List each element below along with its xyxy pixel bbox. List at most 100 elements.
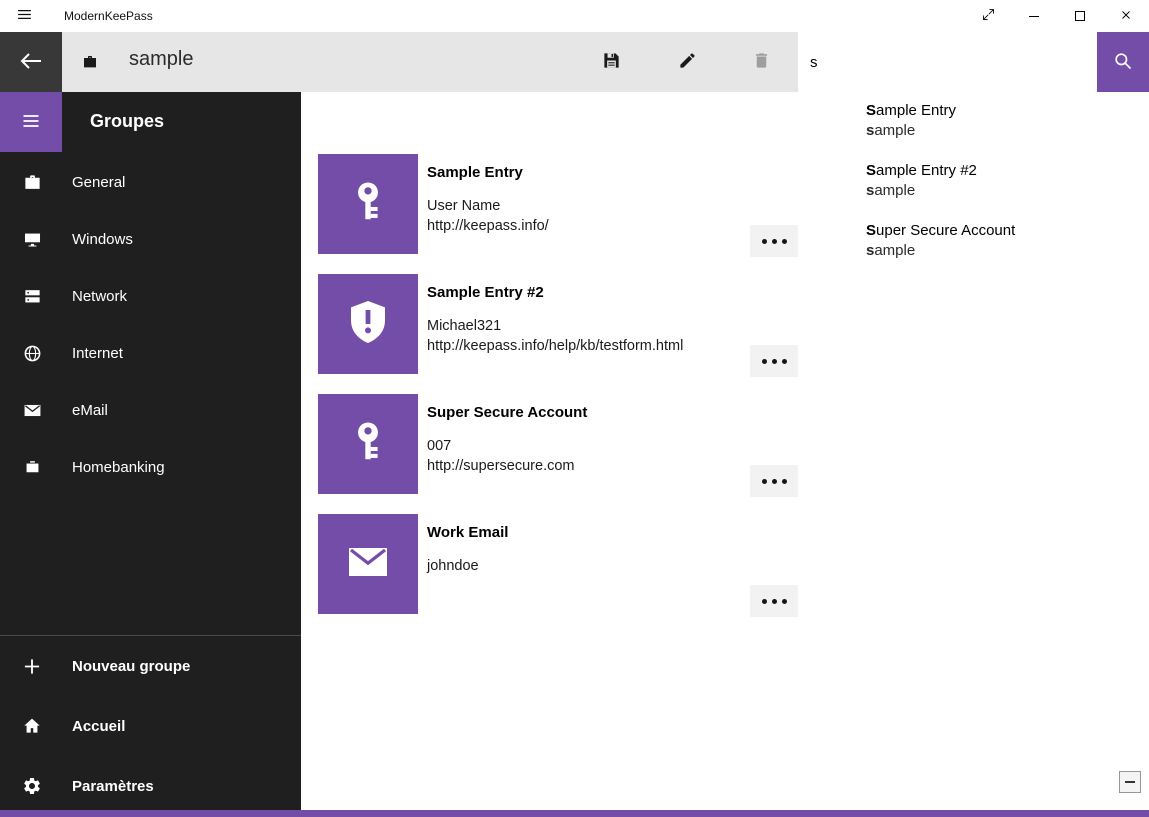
ellipsis-icon (759, 599, 789, 604)
more-options-button[interactable] (750, 345, 798, 377)
sidebar-item-network[interactable]: Network (0, 268, 301, 325)
sidebar-item-label: Accueil (72, 718, 125, 735)
suggestion-title: Sample Entry (866, 101, 1085, 121)
sidebar-item-new-group[interactable]: Nouveau groupe (0, 636, 301, 696)
pencil-icon (678, 51, 697, 73)
database-briefcase-icon (82, 54, 98, 75)
globe-icon (22, 344, 42, 363)
trash-icon (752, 51, 771, 73)
monitor-icon (22, 230, 42, 249)
minimize-button[interactable] (1011, 0, 1057, 32)
delete-button[interactable] (737, 38, 785, 86)
window-controls (965, 0, 1149, 32)
entry-row[interactable]: Super Secure Account 007 http://supersec… (318, 394, 798, 494)
close-icon (1119, 8, 1133, 25)
entry-username: Michael321 (427, 316, 750, 336)
key-icon (345, 179, 391, 230)
entry-title: Super Secure Account (427, 403, 750, 422)
sidebar-item-email[interactable]: eMail (0, 382, 301, 439)
entry-text: Sample Entry User Name http://keepass.in… (418, 154, 750, 254)
sidebar-item-label: Windows (72, 231, 133, 248)
sidebar-item-internet[interactable]: Internet (0, 325, 301, 382)
minimize-icon (1029, 16, 1039, 17)
entry-row[interactable]: Sample Entry #2 Michael321 http://keepas… (318, 274, 798, 374)
entry-title: Work Email (427, 523, 750, 542)
suggestion-title: Super Secure Account (866, 221, 1085, 241)
hamburger-icon (16, 6, 33, 26)
bottom-accent-strip (0, 810, 1149, 817)
sidebar-item-label: eMail (72, 402, 108, 419)
more-options-button[interactable] (750, 585, 798, 617)
close-button[interactable] (1103, 0, 1149, 32)
entry-title: Sample Entry (427, 163, 750, 182)
minus-icon (1125, 781, 1135, 783)
back-button[interactable] (0, 32, 62, 92)
app-header: sample (0, 32, 1149, 92)
suggestion-subtitle: sample (866, 241, 1085, 261)
entry-tile (318, 274, 418, 374)
sidebar-item-windows[interactable]: Windows (0, 211, 301, 268)
suggestion-subtitle: sample (866, 181, 1085, 201)
titlebar-menu-button[interactable] (0, 0, 48, 32)
sidebar-item-label: General (72, 174, 125, 191)
entry-tile (318, 154, 418, 254)
server-icon (22, 287, 42, 306)
database-title: sample (129, 48, 193, 71)
plus-icon (22, 656, 42, 677)
entry-text: Super Secure Account 007 http://supersec… (418, 394, 750, 494)
search-input[interactable] (798, 32, 1097, 92)
app-window: { "colors": { "accent": "#744da9", "side… (0, 0, 1149, 817)
more-options-button[interactable] (750, 465, 798, 497)
sidebar-item-label: Network (72, 288, 127, 305)
sidebar-item-label: Nouveau groupe (72, 658, 190, 675)
home-icon (22, 716, 42, 736)
ellipsis-icon (759, 479, 789, 484)
maximize-button[interactable] (1057, 0, 1103, 32)
search-suggestion[interactable]: Sample Entry #2 sample (854, 154, 1097, 214)
zoom-out-button[interactable] (1119, 771, 1141, 793)
envelope-icon (344, 538, 392, 591)
bank-icon (22, 458, 42, 477)
ellipsis-icon (759, 359, 789, 364)
sidebar-bottom: Nouveau groupe Accueil Paramètres (0, 635, 301, 810)
more-options-button[interactable] (750, 225, 798, 257)
sidebar-item-label: Homebanking (72, 459, 165, 476)
search-suggestion[interactable]: Super Secure Account sample (854, 214, 1097, 274)
entry-username: johndoe (427, 556, 750, 576)
sidebar-item-settings[interactable]: Paramètres (0, 756, 301, 810)
fullscreen-button[interactable] (965, 0, 1011, 32)
sidebar-hamburger-button[interactable] (0, 92, 62, 152)
shield-warning-icon (344, 298, 392, 351)
group-list: General Windows Network Internet eMail (0, 154, 301, 496)
edit-button[interactable] (663, 38, 711, 86)
groups-heading: Groupes (90, 111, 164, 132)
save-button[interactable] (587, 38, 635, 86)
sidebar-item-general[interactable]: General (0, 154, 301, 211)
entry-url: http://supersecure.com (427, 456, 750, 476)
search-suggestion[interactable]: Sample Entry sample (854, 94, 1097, 154)
suggestion-subtitle: sample (866, 121, 1085, 141)
gear-icon (22, 776, 42, 796)
entry-url: http://keepass.info/ (427, 216, 750, 236)
entry-row[interactable]: Sample Entry User Name http://keepass.in… (318, 154, 798, 254)
entry-list: Sample Entry User Name http://keepass.in… (318, 154, 798, 634)
entry-tile (318, 514, 418, 614)
entry-username: User Name (427, 196, 750, 216)
fullscreen-icon (981, 7, 996, 25)
hamburger-icon (21, 111, 41, 134)
search-suggestions-panel: Sample Entry sample Sample Entry #2 samp… (854, 92, 1097, 276)
key-icon (345, 419, 391, 470)
sidebar-item-home[interactable]: Accueil (0, 696, 301, 756)
titlebar: ModernKeePass (0, 0, 1149, 32)
entry-url: http://keepass.info/help/kb/testform.htm… (427, 336, 750, 356)
entry-row[interactable]: Work Email johndoe (318, 514, 798, 614)
sidebar-item-homebanking[interactable]: Homebanking (0, 439, 301, 496)
sidebar: Groupes General Windows Network Internet (0, 92, 301, 810)
sidebar-item-label: Internet (72, 345, 123, 362)
entry-text: Sample Entry #2 Michael321 http://keepas… (418, 274, 750, 374)
search-icon (1113, 51, 1133, 74)
briefcase-icon (22, 173, 42, 192)
envelope-icon (22, 401, 42, 420)
entry-username: 007 (427, 436, 750, 456)
search-button[interactable] (1097, 32, 1149, 92)
